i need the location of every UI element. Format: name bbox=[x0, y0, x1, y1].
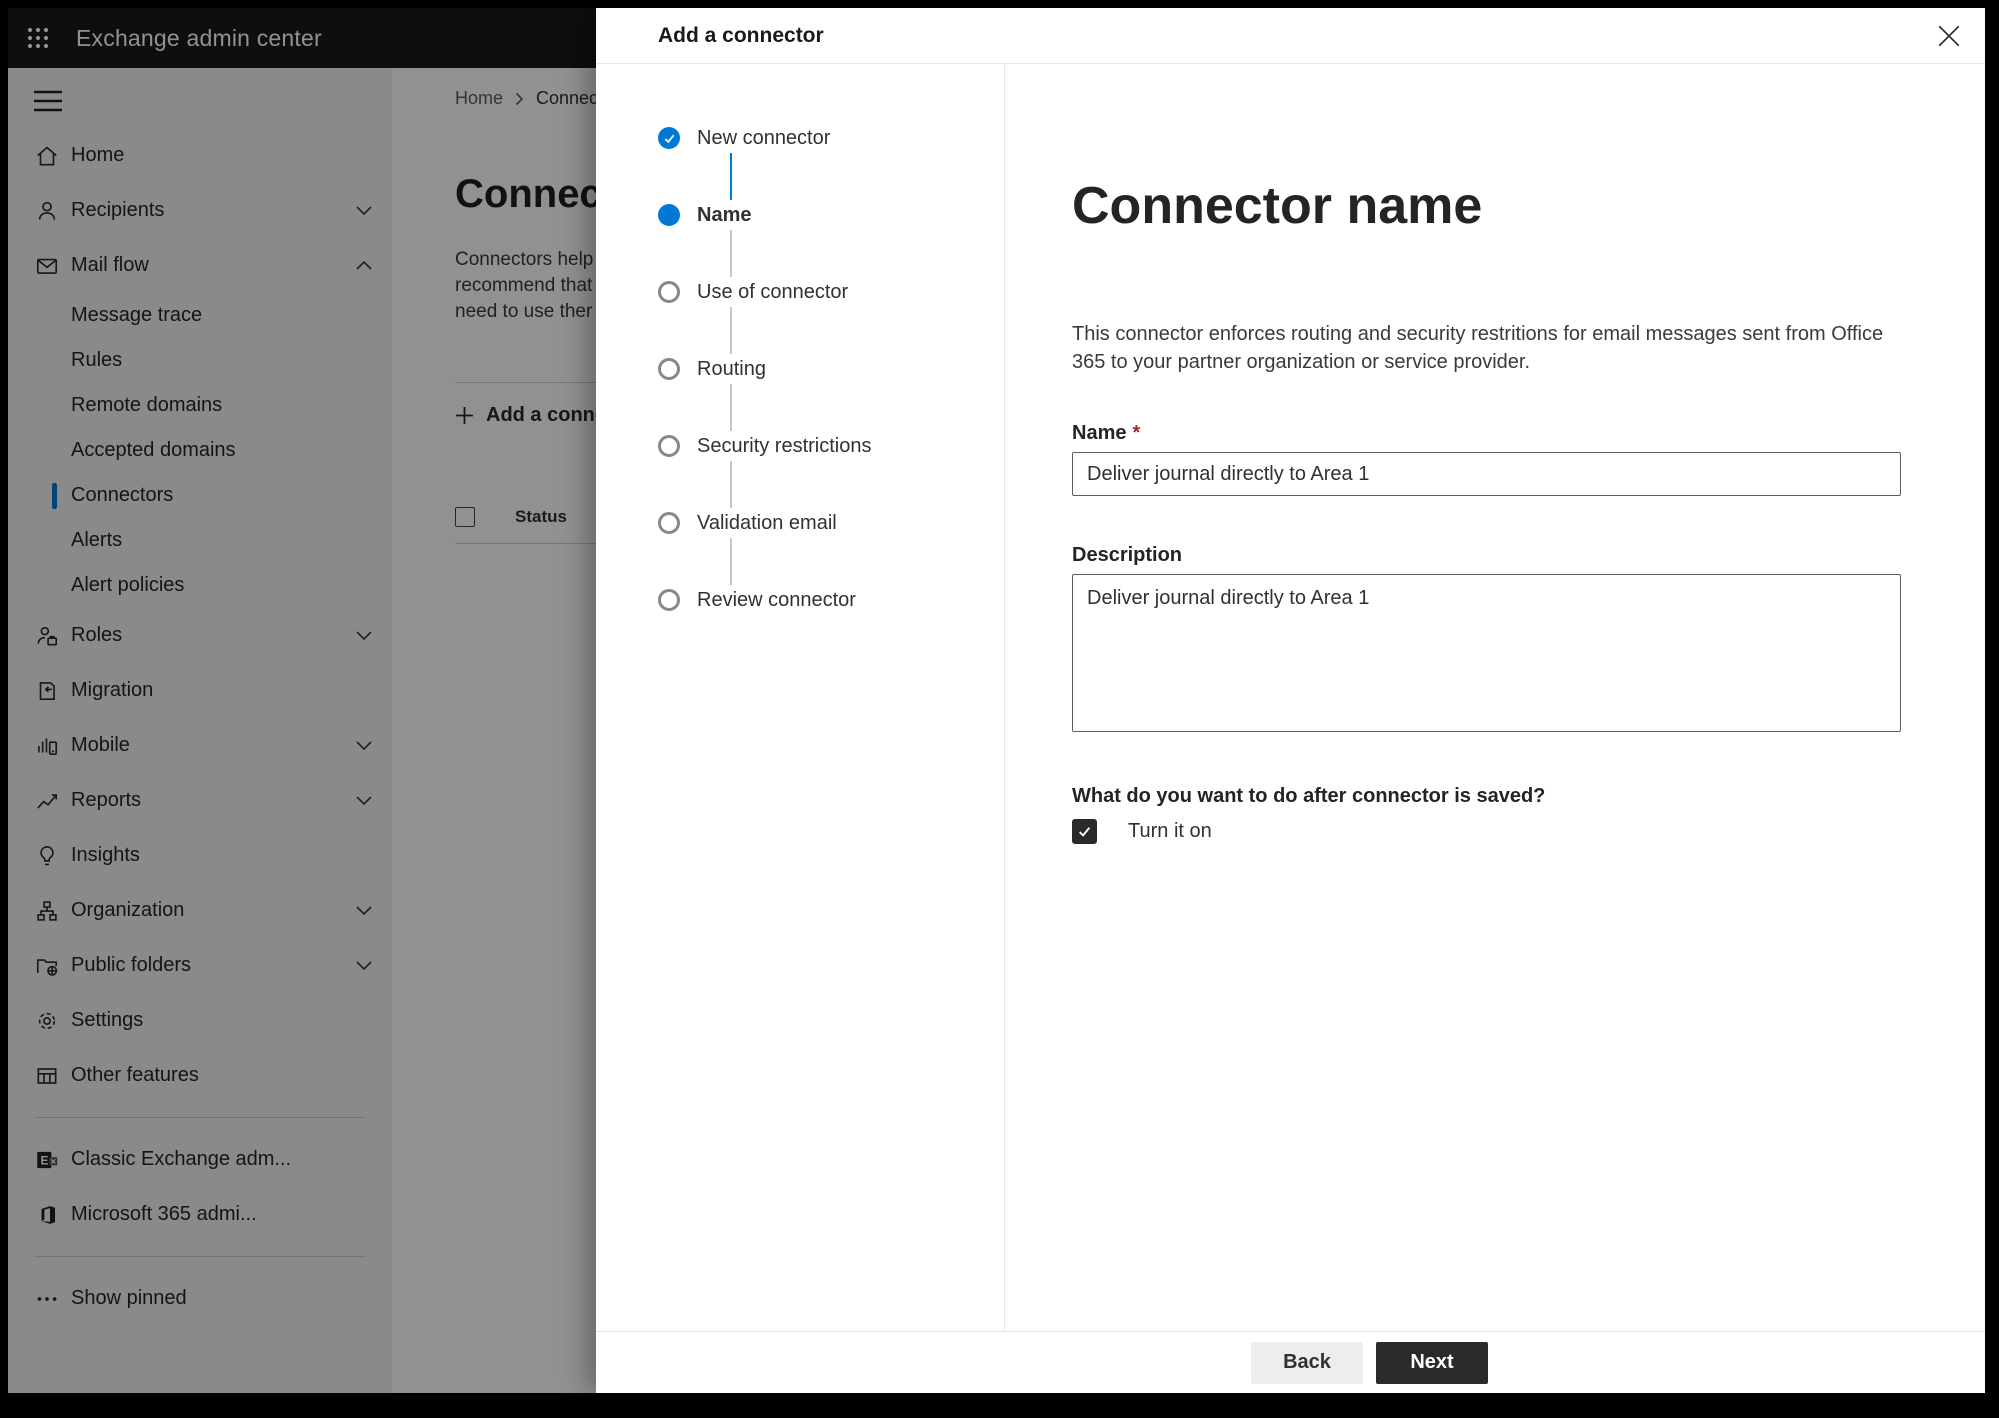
step-connector-line bbox=[730, 307, 732, 354]
pane-description: This connector enforces routing and secu… bbox=[1072, 323, 1884, 373]
step-connector-line bbox=[730, 230, 732, 277]
dialog-body: New connector Name Use of connector Rout… bbox=[596, 64, 1985, 1331]
step-upcoming-icon bbox=[658, 358, 680, 380]
step-connector-line bbox=[730, 153, 732, 200]
step-completed-icon bbox=[658, 127, 680, 149]
step-name: Name bbox=[658, 204, 1004, 226]
step-review-connector: Review connector bbox=[658, 589, 1004, 611]
connector-description-textarea[interactable]: Deliver journal directly to Area 1 bbox=[1072, 574, 1901, 732]
step-routing: Routing bbox=[658, 358, 1004, 380]
wizard-content: Connector name This connector enforces r… bbox=[1005, 64, 1985, 1331]
turn-it-on-checkbox[interactable] bbox=[1072, 819, 1097, 844]
step-connector-line bbox=[730, 461, 732, 508]
required-marker: * bbox=[1132, 422, 1141, 444]
dialog-header: Add a connector bbox=[596, 8, 1985, 64]
next-button[interactable]: Next bbox=[1376, 1341, 1488, 1384]
turn-it-on-label: Turn it on bbox=[1128, 820, 1212, 842]
checkmark-icon bbox=[664, 134, 674, 143]
app-window: Exchange admin center Home Recipients Ma… bbox=[8, 8, 1985, 1393]
step-current-icon bbox=[658, 204, 680, 226]
step-upcoming-icon bbox=[658, 589, 680, 611]
pane-heading: Connector name bbox=[1072, 177, 1483, 235]
close-icon bbox=[1938, 25, 1960, 46]
step-connector-line bbox=[730, 384, 732, 431]
after-save-question: What do you want to do after connector i… bbox=[1072, 785, 1546, 807]
connector-name-input[interactable] bbox=[1072, 452, 1901, 496]
back-button[interactable]: Back bbox=[1251, 1341, 1363, 1384]
step-use-of-connector: Use of connector bbox=[658, 281, 1004, 303]
turn-it-on-option: Turn it on bbox=[1072, 819, 1901, 844]
close-button[interactable] bbox=[1929, 16, 1969, 56]
step-new-connector: New connector bbox=[658, 127, 1004, 149]
step-validation-email: Validation email bbox=[658, 512, 1004, 534]
dialog-footer: Back Next bbox=[596, 1331, 1985, 1393]
description-field-label: Description bbox=[1072, 544, 1183, 566]
step-connector-line bbox=[730, 538, 732, 585]
wizard-steps: New connector Name Use of connector Rout… bbox=[596, 64, 1005, 1331]
add-connector-dialog: Add a connector New connector Name Use o… bbox=[596, 8, 1985, 1393]
step-security-restrictions: Security restrictions bbox=[658, 435, 1004, 457]
step-upcoming-icon bbox=[658, 512, 680, 534]
step-upcoming-icon bbox=[658, 435, 680, 457]
checkmark-icon bbox=[1079, 827, 1091, 837]
dialog-title: Add a connector bbox=[658, 23, 824, 47]
step-upcoming-icon bbox=[658, 281, 680, 303]
name-field-label: Name * bbox=[1072, 422, 1141, 444]
